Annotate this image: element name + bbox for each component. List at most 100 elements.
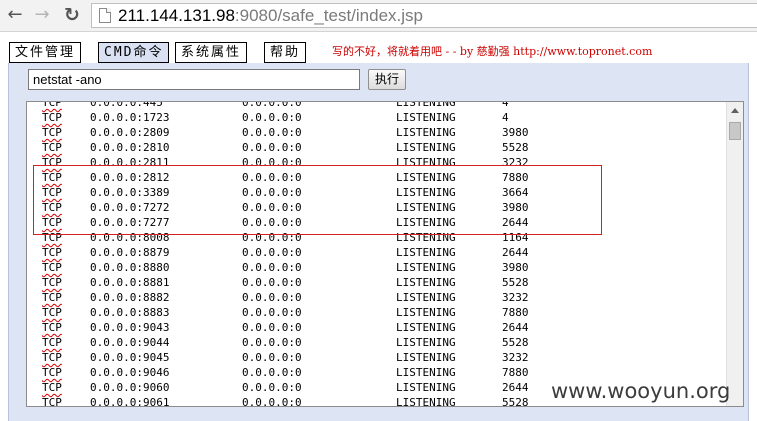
menu-bar: 文件管理 CMD命令 系统属性 帮助 写的不好，将就着用吧 - - by 慈勤强… bbox=[0, 33, 757, 63]
output-cell-state: LISTENING bbox=[396, 246, 456, 259]
output-cell-foreign: 0.0.0.0:0 bbox=[242, 246, 302, 259]
command-output[interactable]: TCP 0.0.0.0:445 0.0.0.0:0 LISTENING 4 TCP 0.0.… bbox=[26, 101, 744, 407]
output-cell-foreign: 0.0.0.0:0 bbox=[242, 111, 302, 124]
command-input[interactable]: netstat -ano bbox=[28, 69, 360, 90]
output-row: TCP 0.0.0.0:8879 0.0.0.0:0 LISTENING 2644 bbox=[27, 245, 727, 260]
output-cell-local: 0.0.0.0:7277 bbox=[90, 216, 170, 229]
help-button[interactable]: 帮助 bbox=[264, 42, 307, 63]
scroll-thumb[interactable] bbox=[729, 122, 741, 140]
output-cell-local: 0.0.0.0:8883 bbox=[90, 306, 170, 319]
output-cell-proto: TCP bbox=[42, 201, 62, 214]
output-cell-pid: 5528 bbox=[502, 396, 529, 407]
watermark: www.wooyun.org bbox=[551, 379, 731, 403]
output-row: TCP 0.0.0.0:3389 0.0.0.0:0 LISTENING 3664 bbox=[27, 185, 727, 200]
cmd-panel: netstat -ano 执行 TCP 0.0.0.0:445 0.0.0.0:0 L… bbox=[8, 63, 749, 421]
output-cell-local: 0.0.0.0:7272 bbox=[90, 201, 170, 214]
output-cell-proto: TCP bbox=[42, 101, 62, 109]
output-cell-local: 0.0.0.0:9044 bbox=[90, 336, 170, 349]
output-cell-local: 0.0.0.0:8879 bbox=[90, 246, 170, 259]
cmd-command-button[interactable]: CMD命令 bbox=[98, 42, 170, 63]
output-cell-state: LISTENING bbox=[396, 366, 456, 379]
output-cell-proto: TCP bbox=[42, 216, 62, 229]
output-cell-local: 0.0.0.0:2812 bbox=[90, 171, 170, 184]
output-cell-proto: TCP bbox=[42, 396, 62, 407]
forward-arrow-icon[interactable]: → bbox=[33, 4, 51, 26]
output-cell-state: LISTENING bbox=[396, 101, 456, 109]
output-row: TCP 0.0.0.0:7277 0.0.0.0:0 LISTENING 2644 bbox=[27, 215, 727, 230]
output-row: TCP 0.0.0.0:9045 0.0.0.0:0 LISTENING 3232 bbox=[27, 350, 727, 365]
output-cell-proto: TCP bbox=[42, 306, 62, 319]
output-cell-state: LISTENING bbox=[396, 306, 456, 319]
output-cell-pid: 3980 bbox=[502, 201, 529, 214]
output-cell-pid: 5528 bbox=[502, 276, 529, 289]
output-cell-foreign: 0.0.0.0:0 bbox=[242, 216, 302, 229]
output-cell-state: LISTENING bbox=[396, 291, 456, 304]
reload-icon[interactable]: ↻ bbox=[62, 4, 82, 26]
output-cell-proto: TCP bbox=[42, 321, 62, 334]
output-cell-state: LISTENING bbox=[396, 231, 456, 244]
output-row: TCP 0.0.0.0:8881 0.0.0.0:0 LISTENING 5528 bbox=[27, 275, 727, 290]
output-cell-foreign: 0.0.0.0:0 bbox=[242, 261, 302, 274]
output-cell-proto: TCP bbox=[42, 111, 62, 124]
output-cell-state: LISTENING bbox=[396, 216, 456, 229]
output-cell-proto: TCP bbox=[42, 366, 62, 379]
output-row: TCP 0.0.0.0:8880 0.0.0.0:0 LISTENING 3980 bbox=[27, 260, 727, 275]
output-cell-local: 0.0.0.0:8880 bbox=[90, 261, 170, 274]
output-cell-proto: TCP bbox=[42, 246, 62, 259]
output-cell-state: LISTENING bbox=[396, 171, 456, 184]
output-cell-pid: 4 bbox=[502, 111, 509, 124]
output-row: TCP 0.0.0.0:445 0.0.0.0:0 LISTENING 4 bbox=[27, 101, 727, 110]
output-cell-foreign: 0.0.0.0:0 bbox=[242, 201, 302, 214]
url-text[interactable]: 211.144.131.98:9080/safe_test/index.jsp bbox=[118, 5, 423, 26]
file-manager-button[interactable]: 文件管理 bbox=[9, 42, 82, 63]
scroll-up-arrow-icon[interactable] bbox=[731, 108, 739, 113]
output-cell-foreign: 0.0.0.0:0 bbox=[242, 186, 302, 199]
output-cell-foreign: 0.0.0.0:0 bbox=[242, 126, 302, 139]
output-cell-local: 0.0.0.0:2809 bbox=[90, 126, 170, 139]
output-cell-proto: TCP bbox=[42, 261, 62, 274]
output-cell-pid: 3232 bbox=[502, 291, 529, 304]
output-cell-state: LISTENING bbox=[396, 261, 456, 274]
page-icon bbox=[99, 8, 111, 23]
output-row: TCP 0.0.0.0:8883 0.0.0.0:0 LISTENING 7880 bbox=[27, 305, 727, 320]
output-cell-proto: TCP bbox=[42, 156, 62, 169]
output-row: TCP 0.0.0.0:1723 0.0.0.0:0 LISTENING 4 bbox=[27, 110, 727, 125]
output-cell-state: LISTENING bbox=[396, 336, 456, 349]
url-host: 211.144.131.98 bbox=[118, 6, 235, 25]
vertical-scrollbar[interactable] bbox=[726, 102, 743, 406]
address-bar[interactable]: 211.144.131.98:9080/safe_test/index.jsp bbox=[91, 3, 757, 28]
system-properties-button[interactable]: 系统属性 bbox=[175, 42, 248, 63]
output-cell-proto: TCP bbox=[42, 336, 62, 349]
output-row: TCP 0.0.0.0:9044 0.0.0.0:0 LISTENING 5528 bbox=[27, 335, 727, 350]
output-cell-local: 0.0.0.0:8008 bbox=[90, 231, 170, 244]
output-cell-pid: 2644 bbox=[502, 381, 529, 394]
output-cell-local: 0.0.0.0:9045 bbox=[90, 351, 170, 364]
output-cell-foreign: 0.0.0.0:0 bbox=[242, 381, 302, 394]
output-cell-foreign: 0.0.0.0:0 bbox=[242, 366, 302, 379]
output-cell-state: LISTENING bbox=[396, 186, 456, 199]
output-cell-proto: TCP bbox=[42, 381, 62, 394]
output-cell-proto: TCP bbox=[42, 186, 62, 199]
output-cell-pid: 7880 bbox=[502, 171, 529, 184]
back-arrow-icon[interactable]: ← bbox=[6, 4, 24, 26]
output-cell-proto: TCP bbox=[42, 171, 62, 184]
author-credit: 写的不好，将就着用吧 - - by 慈勤强 http://www.toprone… bbox=[332, 45, 653, 58]
output-row: TCP 0.0.0.0:7272 0.0.0.0:0 LISTENING 3980 bbox=[27, 200, 727, 215]
output-cell-local: 0.0.0.0:3389 bbox=[90, 186, 170, 199]
output-cell-pid: 2644 bbox=[502, 246, 529, 259]
output-cell-local: 0.0.0.0:9060 bbox=[90, 381, 170, 394]
output-cell-pid: 7880 bbox=[502, 306, 529, 319]
output-cell-proto: TCP bbox=[42, 276, 62, 289]
output-row: TCP 0.0.0.0:2812 0.0.0.0:0 LISTENING 7880 bbox=[27, 170, 727, 185]
output-row: TCP 0.0.0.0:2811 0.0.0.0:0 LISTENING 3232 bbox=[27, 155, 727, 170]
output-row: TCP 0.0.0.0:8008 0.0.0.0:0 LISTENING 1164 bbox=[27, 230, 727, 245]
browser-toolbar: ← → ↻ 211.144.131.98:9080/safe_test/inde… bbox=[0, 0, 757, 32]
output-cell-proto: TCP bbox=[42, 351, 62, 364]
url-path: :9080/safe_test/index.jsp bbox=[234, 6, 423, 25]
output-cell-pid: 1164 bbox=[502, 231, 529, 244]
output-cell-state: LISTENING bbox=[396, 156, 456, 169]
output-cell-local: 0.0.0.0:2810 bbox=[90, 141, 170, 154]
execute-button[interactable]: 执行 bbox=[368, 69, 406, 90]
output-cell-pid: 4 bbox=[502, 101, 509, 109]
output-cell-local: 0.0.0.0:8881 bbox=[90, 276, 170, 289]
